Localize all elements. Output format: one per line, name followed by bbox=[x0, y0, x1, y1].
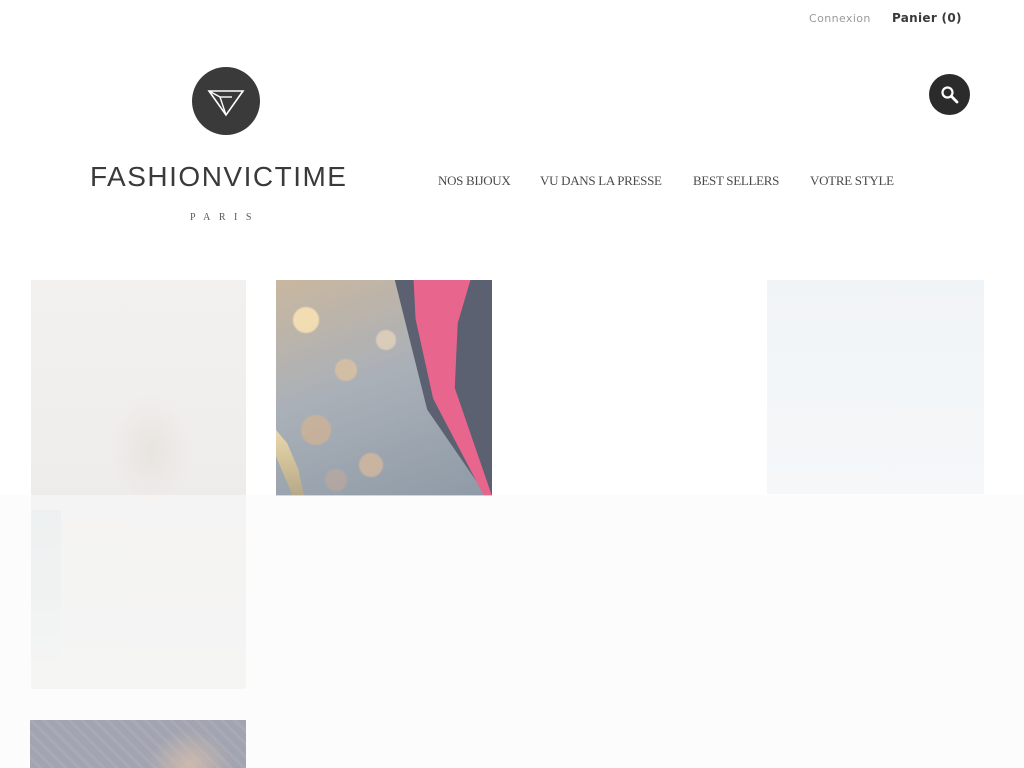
product-image-shoe[interactable] bbox=[276, 280, 492, 496]
nav-item-nos-bijoux[interactable]: NOS BIJOUX bbox=[438, 173, 511, 189]
product-image-sky[interactable] bbox=[767, 280, 984, 494]
cart-link[interactable]: Panier (0) bbox=[892, 11, 962, 25]
chain-detail bbox=[276, 430, 304, 496]
loading-overlay bbox=[0, 495, 1024, 768]
logo-emblem[interactable] bbox=[192, 67, 260, 135]
diamond-icon bbox=[207, 90, 245, 117]
page: Connexion Panier (0) FASHIONVICTIME PARI… bbox=[0, 0, 1024, 768]
main-nav: NOS BIJOUX VU DANS LA PRESSE BEST SELLER… bbox=[0, 173, 1024, 191]
login-link[interactable]: Connexion bbox=[809, 12, 871, 25]
nav-item-best-sellers[interactable]: BEST SELLERS bbox=[693, 173, 779, 189]
nav-item-votre-style[interactable]: VOTRE STYLE bbox=[810, 173, 894, 189]
logo-city: PARIS bbox=[190, 212, 260, 223]
search-button[interactable] bbox=[929, 74, 970, 115]
utility-bar: Connexion Panier (0) bbox=[0, 11, 1024, 28]
search-icon bbox=[941, 86, 959, 104]
nav-item-vu-dans-la-presse[interactable]: VU DANS LA PRESSE bbox=[540, 173, 662, 189]
